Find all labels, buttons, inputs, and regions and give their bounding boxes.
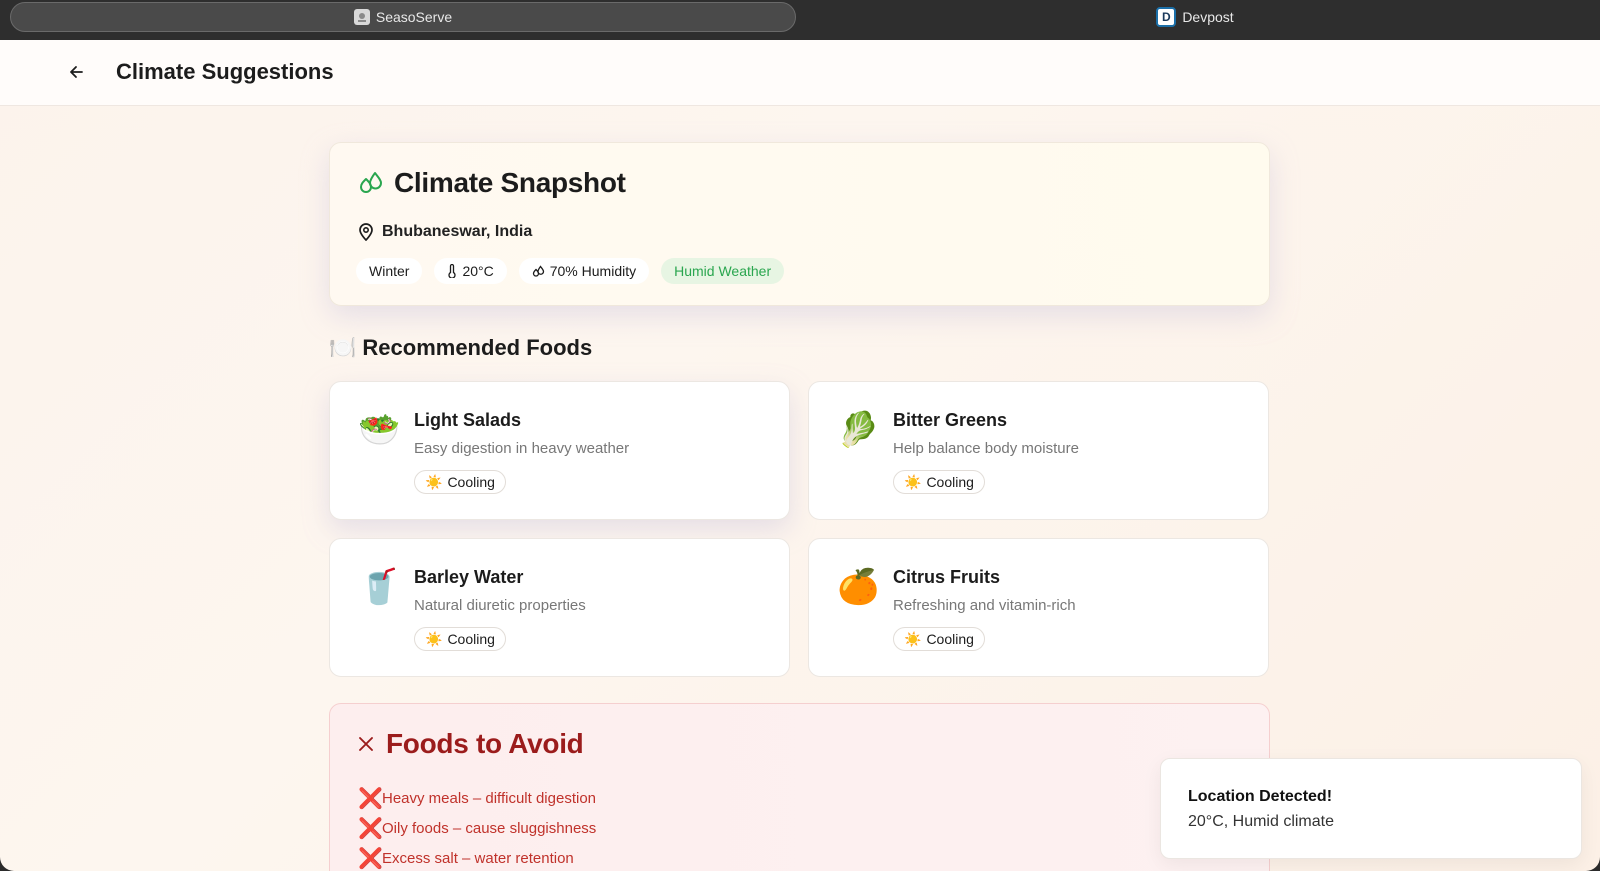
- tab-label: Devpost: [1182, 9, 1234, 25]
- close-icon: [359, 737, 373, 751]
- browser-tab-bar: SeasoServe D Devpost: [0, 0, 1600, 40]
- map-pin-icon: [359, 223, 373, 241]
- plate-cutlery-icon: 🍽️: [329, 335, 357, 360]
- food-tag: ☀️ Cooling: [414, 470, 506, 494]
- cross-mark-icon: ❌: [358, 817, 383, 840]
- temperature-chip: 20°C: [434, 258, 507, 284]
- food-description: Easy digestion in heavy weather: [414, 440, 630, 457]
- food-tag-label: Cooling: [926, 474, 974, 490]
- cup-with-straw-icon: 🥤: [358, 568, 401, 606]
- sun-icon: ☀️: [425, 473, 443, 490]
- list-item: ❌ Heavy meals – difficult digestion: [358, 783, 596, 813]
- humidity-chip: 70% Humidity: [518, 258, 650, 284]
- climate-chips: Winter 20°C 70% Humidity Humid Weather: [356, 258, 785, 284]
- food-tag: ☀️ Cooling: [414, 627, 506, 651]
- food-name: Citrus Fruits: [893, 567, 1001, 587]
- location-toast[interactable]: Location Detected! 20°C, Humid climate: [1160, 758, 1582, 859]
- food-card-light-salads[interactable]: 🥗 Light Salads Easy digestion in heavy w…: [329, 381, 790, 520]
- toast-message: 20°C, Humid climate: [1188, 813, 1334, 830]
- food-description: Natural diuretic properties: [414, 597, 586, 614]
- thermometer-icon: [448, 264, 457, 278]
- sun-icon: ☀️: [425, 630, 443, 647]
- back-button[interactable]: [64, 60, 88, 84]
- food-description: Help balance body moisture: [893, 440, 1079, 457]
- avoid-title-row: Foods to Avoid: [358, 728, 584, 760]
- avoid-list: ❌ Heavy meals – difficult digestion ❌ Oi…: [358, 783, 596, 871]
- food-card-barley-water[interactable]: 🥤 Barley Water Natural diuretic properti…: [329, 538, 790, 677]
- food-name: Bitter Greens: [893, 410, 1008, 430]
- weather-value: Humid Weather: [674, 263, 772, 279]
- food-tag-label: Cooling: [926, 631, 974, 647]
- orange-icon: 🍊: [837, 568, 880, 606]
- recommended-heading-text: Recommended Foods: [362, 335, 593, 360]
- season-chip: Winter: [356, 258, 423, 284]
- sun-icon: ☀️: [904, 473, 922, 490]
- weather-badge: Humid Weather: [661, 258, 785, 284]
- seasoserve-favicon-icon: [353, 9, 370, 25]
- page-viewport: Climate Suggestions Climate Snapshot Bhu…: [0, 40, 1600, 871]
- droplets-icon: [360, 172, 382, 193]
- humidity-value: 70% Humidity: [549, 263, 637, 279]
- avoid-heading: Foods to Avoid: [386, 728, 584, 759]
- devpost-favicon-icon: D: [1156, 7, 1177, 27]
- food-tag-label: Cooling: [447, 474, 495, 490]
- recommended-foods-heading: 🍽️ Recommended Foods: [329, 335, 592, 361]
- salad-icon: 🥗: [358, 411, 401, 449]
- location-row: Bhubaneswar, India: [358, 223, 532, 241]
- snapshot-title-row: Climate Snapshot: [358, 167, 626, 199]
- droplets-icon: [532, 264, 544, 277]
- food-tag: ☀️ Cooling: [893, 470, 985, 494]
- food-description: Refreshing and vitamin-rich: [893, 597, 1076, 614]
- sun-icon: ☀️: [904, 630, 922, 647]
- browser-tab-devpost[interactable]: D Devpost: [800, 2, 1590, 32]
- tab-label: SeasoServe: [375, 9, 453, 25]
- location-text: Bhubaneswar, India: [382, 223, 533, 240]
- avoid-item-text: Heavy meals – difficult digestion: [382, 789, 596, 807]
- cross-mark-icon: ❌: [358, 787, 383, 810]
- food-tag-label: Cooling: [447, 631, 495, 647]
- browser-tab-seasoserve[interactable]: SeasoServe: [10, 2, 796, 32]
- avoid-item-text: Oily foods – cause sluggishness: [382, 819, 597, 837]
- list-item: ❌ Oily foods – cause sluggishness: [358, 813, 596, 843]
- climate-snapshot-card: Climate Snapshot Bhubaneswar, India Wint…: [329, 142, 1270, 306]
- avoid-item-text: Excess salt – water retention: [382, 849, 574, 867]
- foods-to-avoid-card: Foods to Avoid ❌ Heavy meals – difficult…: [329, 703, 1270, 871]
- food-name: Barley Water: [414, 567, 524, 587]
- page-title: Climate Suggestions: [116, 59, 334, 84]
- food-card-bitter-greens[interactable]: 🥬 Bitter Greens Help balance body moistu…: [808, 381, 1269, 520]
- arrow-left-icon: [70, 66, 83, 78]
- season-value: Winter: [369, 263, 410, 279]
- temperature-value: 20°C: [462, 263, 494, 279]
- food-card-citrus-fruits[interactable]: 🍊 Citrus Fruits Refreshing and vitamin-r…: [808, 538, 1269, 677]
- food-name: Light Salads: [414, 410, 522, 430]
- toast-title: Location Detected!: [1188, 788, 1333, 805]
- app-header: Climate Suggestions: [0, 40, 1600, 106]
- cross-mark-icon: ❌: [358, 847, 383, 870]
- food-tag: ☀️ Cooling: [893, 627, 985, 651]
- leafy-greens-icon: 🥬: [837, 411, 880, 449]
- snapshot-title: Climate Snapshot: [394, 167, 626, 198]
- list-item: ❌ Excess salt – water retention: [358, 843, 596, 871]
